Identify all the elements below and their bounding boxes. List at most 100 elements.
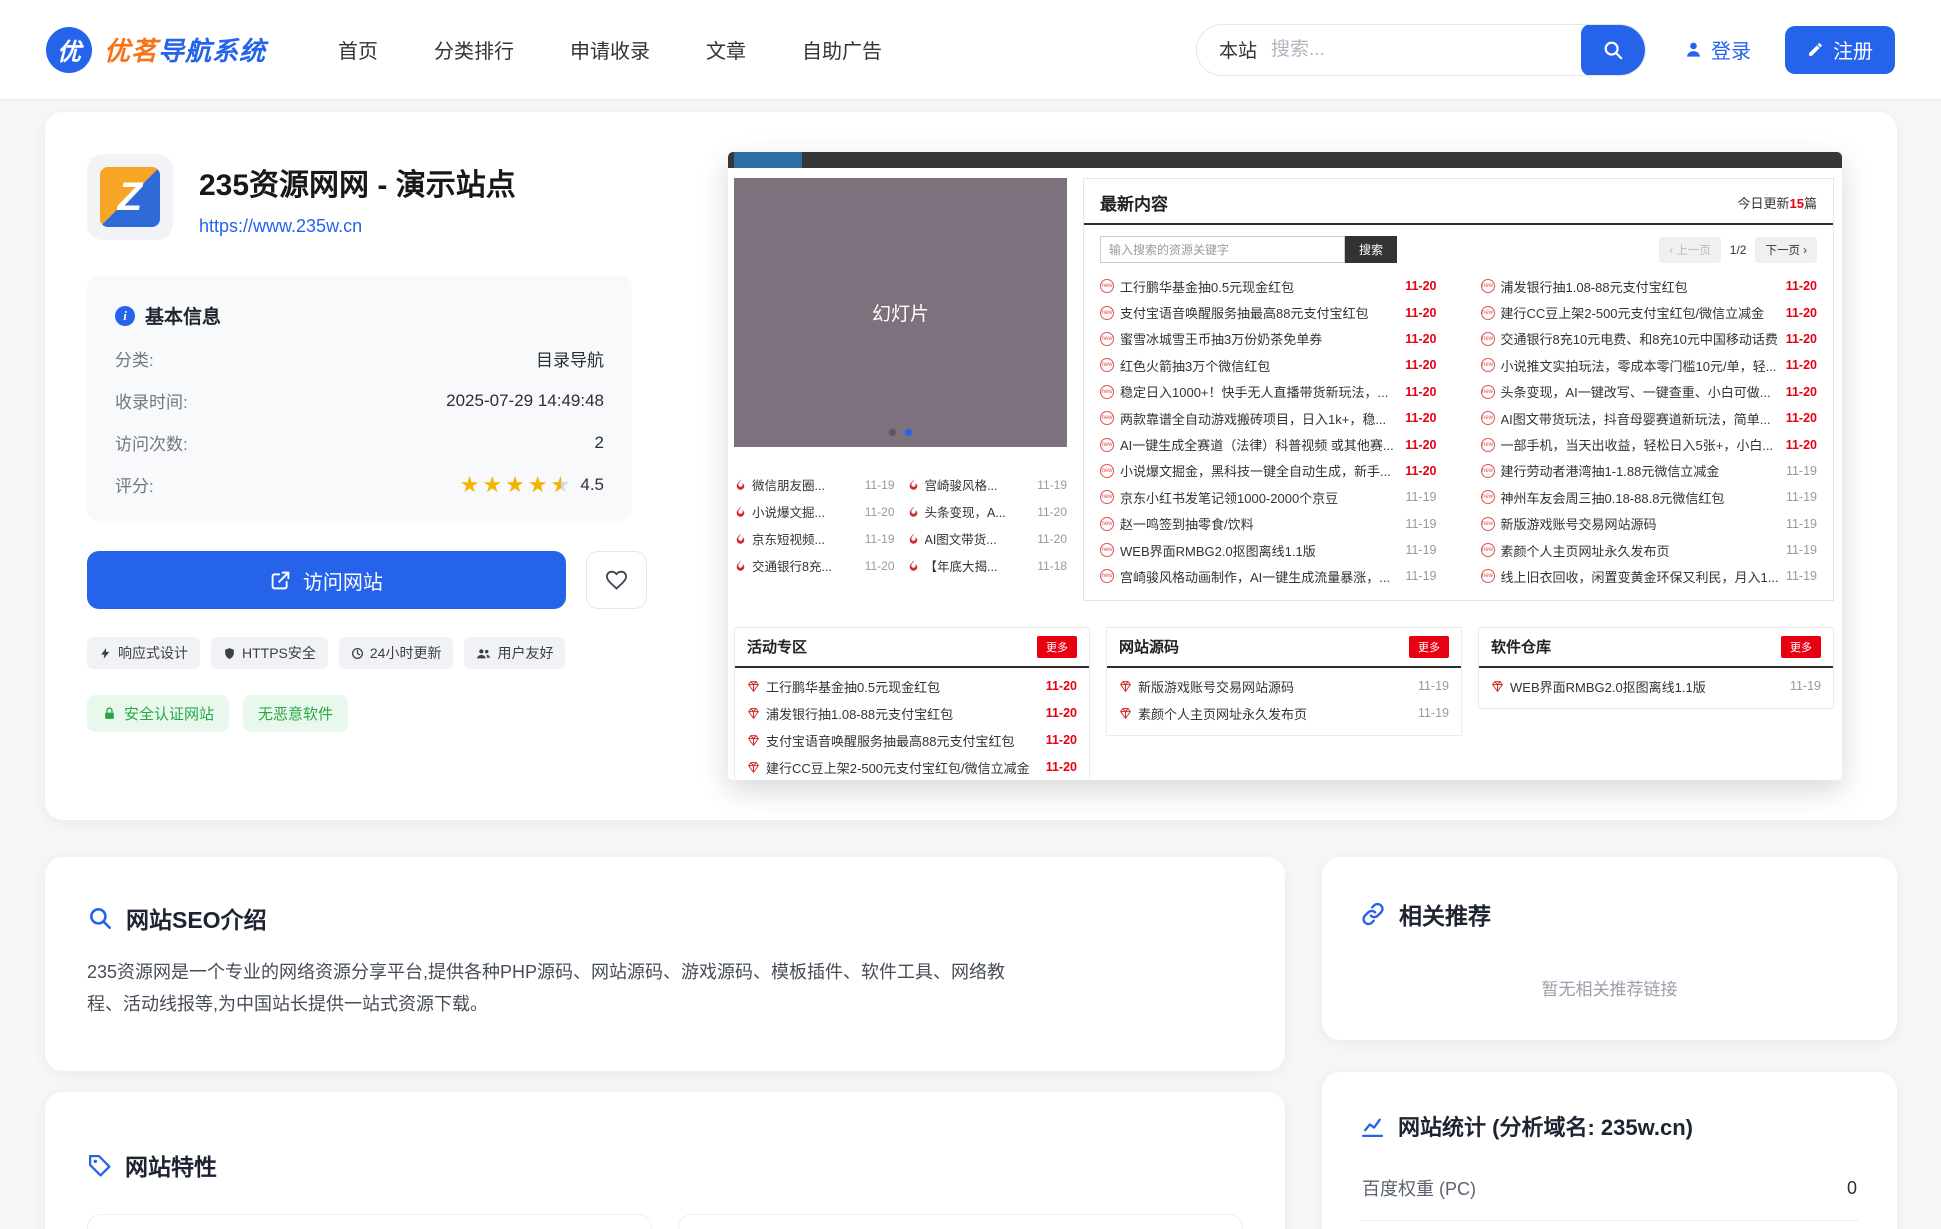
brand-logo[interactable]: 优 优茗导航系统 (46, 27, 266, 73)
basic-info-panel: 基本信息 分类: 目录导航 收录时间: 2025-07-29 14:49:48 … (87, 276, 632, 521)
site-logo-letter: Z (100, 167, 160, 227)
list-item: new 素颜个人主页网址永久发布页 11-19 (1481, 537, 1818, 563)
slideshow-dots (734, 429, 1067, 436)
star-half-icon (551, 474, 571, 496)
site-search: 本站 (1196, 24, 1646, 76)
menu-item[interactable]: 申请收录 (570, 35, 650, 64)
list-item: new 支付宝语音唤醒服务抽最高88元支付宝红包 11-20 (1100, 299, 1437, 325)
related-card: 相关推荐 暂无相关推荐链接 (1322, 857, 1897, 1040)
register-button[interactable]: 注册 (1785, 26, 1895, 74)
main-menu: 首页 分类排行 申请收录 文章 自助广告 (338, 35, 882, 64)
search-icon (1602, 39, 1624, 61)
gem-icon (1119, 680, 1132, 693)
lock-icon (102, 706, 117, 721)
list-item: new 头条变现，AI一键改写、一键查重、小白可做... 11-20 (1481, 379, 1818, 405)
search-scope-toggle[interactable]: 本站 (1197, 36, 1271, 63)
new-badge-icon: new (1100, 385, 1114, 399)
prev-page-button: ‹ 上一页 (1659, 237, 1721, 263)
favorite-button[interactable] (586, 551, 647, 609)
link-icon (1360, 901, 1386, 927)
list-item: new 红色火箭抽3万个微信红包 11-20 (1100, 352, 1437, 378)
new-badge-icon: new (1481, 517, 1495, 531)
flame-icon (734, 478, 747, 491)
features-title: 网站特性 (125, 1148, 217, 1182)
list-item: 宫崎骏风格... 11-19 (907, 471, 1068, 498)
menu-item[interactable]: 文章 (706, 35, 746, 64)
features-card: 网站特性 界面简洁 资源丰富 (45, 1092, 1285, 1229)
menu-item[interactable]: 分类排行 (434, 35, 514, 64)
new-badge-icon: new (1481, 358, 1495, 372)
basic-info-title: 基本信息 (145, 302, 221, 329)
list-item: WEB界面RMBG2.0抠图离线1.1版 11-19 (1491, 673, 1821, 700)
stat-row: 预计来路 0 (1360, 1221, 1859, 1229)
list-item: new 蜜雪冰城雪王币抽3万份奶茶免单券 11-20 (1100, 326, 1437, 352)
menu-item[interactable]: 自助广告 (802, 35, 882, 64)
preview-search-button: 搜索 (1345, 236, 1397, 263)
login-link[interactable]: 登录 (1684, 35, 1751, 64)
new-badge-icon: new (1100, 569, 1114, 583)
flame-icon (734, 505, 747, 518)
new-badge-icon: new (1481, 332, 1495, 346)
preview-navbar (728, 152, 1842, 168)
new-badge-icon: new (1100, 543, 1114, 557)
preview-section-activities: 活动专区 更多 工行鹏华基金抽0.5元现金红包 11-20 (734, 627, 1090, 780)
category-value: 目录导航 (536, 346, 604, 371)
new-badge-icon: new (1481, 438, 1495, 452)
stats-rows: 百度权重 (PC) 0 预计来路 0 (1360, 1156, 1859, 1229)
list-item: new 建行CC豆上架2-500元支付宝红包/微信立减金 11-20 (1481, 299, 1818, 325)
search-input[interactable] (1271, 39, 1581, 61)
safety-tag-row: 安全认证网站 无恶意软件 (87, 695, 647, 732)
site-url-link[interactable]: https://www.235w.cn (199, 216, 516, 237)
preview-hot-mini-list: 微信朋友圈... 11-19 宫崎骏风格... 11-19 小说爆文掘... (734, 471, 1067, 579)
site-logo: Z (87, 154, 173, 240)
flame-icon (734, 532, 747, 545)
chart-icon (1360, 1114, 1385, 1139)
stats-title: 网站统计 (分析域名: 235w.cn) (1398, 1110, 1693, 1142)
tag-icon (87, 1153, 112, 1178)
search-button[interactable] (1581, 24, 1645, 76)
tag-certified: 安全认证网站 (87, 695, 229, 732)
new-badge-icon: new (1100, 306, 1114, 320)
page: { "colors": { "accent": "#2563eb", "hot_… (0, 0, 1941, 1229)
new-badge-icon: new (1481, 490, 1495, 504)
new-badge-icon: new (1481, 279, 1495, 293)
list-item: new 浦发银行抽1.08-88元支付宝红包 11-20 (1481, 273, 1818, 299)
info-row-visits: 访问次数: 2 (115, 430, 604, 455)
new-badge-icon: new (1100, 358, 1114, 372)
list-item: 【年底大揭... 11-18 (907, 552, 1068, 579)
tag-userfriendly: 用户友好 (464, 637, 565, 669)
list-item: new AI图文带货玩法，抖音母婴赛道新玩法，简单... 11-20 (1481, 405, 1818, 431)
gem-icon (747, 707, 760, 720)
list-item: new 京东小红书发笔记领1000-2000个京豆 11-19 (1100, 484, 1437, 510)
logo-badge-icon: 优 (46, 27, 92, 73)
more-button: 更多 (1409, 636, 1449, 658)
stats-card: 网站统计 (分析域名: 235w.cn) 百度权重 (PC) 0 预计来路 0 (1322, 1072, 1897, 1229)
visit-website-button[interactable]: 访问网站 (87, 551, 566, 609)
preview-latest-panel: 最新内容 今日更新15篇 搜索 ‹ 上一页 1/2 下一页 › (1083, 178, 1834, 601)
new-badge-icon: new (1100, 517, 1114, 531)
login-label: 登录 (1711, 35, 1751, 64)
site-summary: Z 235资源网网 - 演示站点 https://www.235w.cn 基本信… (87, 154, 647, 732)
slideshow-label: 幻灯片 (872, 299, 929, 326)
info-row-rating: 评分: 4.5 (115, 472, 604, 497)
external-link-icon (270, 570, 291, 591)
slideshow-dot (889, 429, 896, 436)
brand-name: 优茗导航系统 (104, 31, 266, 68)
flame-icon (907, 478, 920, 491)
preview-slideshow: 幻灯片 (734, 178, 1067, 447)
users-icon (476, 647, 491, 660)
new-badge-icon: new (1100, 490, 1114, 504)
new-badge-icon: new (1481, 543, 1495, 557)
clock-icon (351, 647, 364, 660)
section-title: 网站源码 (1119, 636, 1179, 657)
section-title: 活动专区 (747, 636, 807, 657)
related-title: 相关推荐 (1399, 897, 1491, 931)
new-badge-icon: new (1100, 464, 1114, 478)
seo-title: 网站SEO介绍 (126, 901, 267, 935)
list-item: new 神州车友会周三抽0.18-88.8元微信红包 11-19 (1481, 484, 1818, 510)
user-icon (1684, 40, 1703, 59)
list-item: new 稳定日入1000+！快手无人直播带货新玩法，... 11-20 (1100, 379, 1437, 405)
stat-row: 百度权重 (PC) 0 (1360, 1156, 1859, 1221)
preview-navbar-active-item (734, 152, 802, 168)
menu-item[interactable]: 首页 (338, 35, 378, 64)
